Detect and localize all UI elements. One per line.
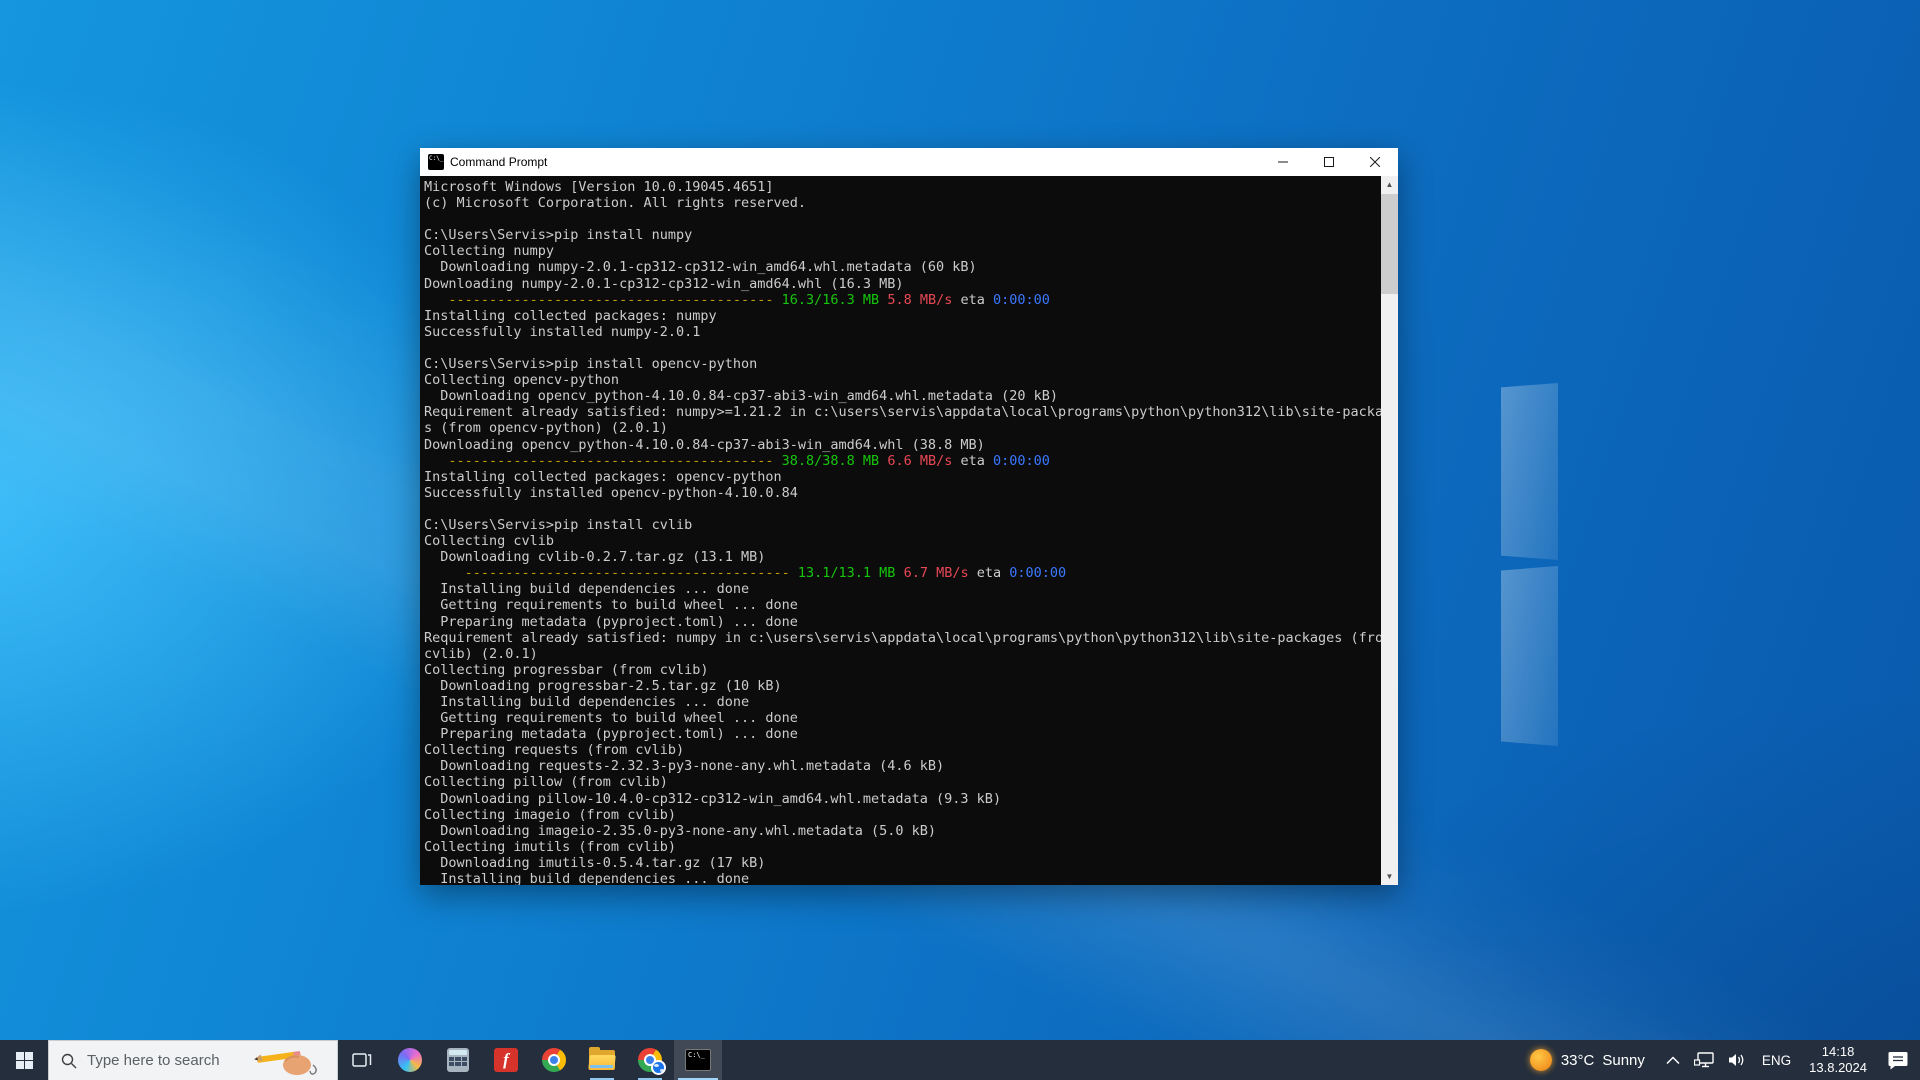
titlebar[interactable]: C:\_ Command Prompt [420, 148, 1398, 176]
f-app-icon: f [494, 1048, 518, 1072]
task-view-button[interactable] [338, 1040, 386, 1080]
clock-date: 13.8.2024 [1809, 1060, 1867, 1075]
chrome-profile-button[interactable] [626, 1040, 674, 1080]
taskbar: Type here to search f C:\_ 33°C Sunny EN… [0, 1040, 1920, 1080]
network-icon [1693, 1052, 1714, 1068]
file-explorer-button[interactable] [578, 1040, 626, 1080]
clock-time: 14:18 [1821, 1044, 1855, 1059]
chevron-up-icon [1666, 1055, 1680, 1064]
window-title: Command Prompt [450, 155, 548, 169]
close-button[interactable] [1352, 148, 1398, 176]
calculator-icon [447, 1048, 469, 1072]
network-button[interactable] [1687, 1040, 1721, 1080]
start-button[interactable] [0, 1040, 48, 1080]
scroll-up-icon[interactable]: ▲ [1381, 176, 1398, 193]
system-tray: 33°C Sunny ENG 14:18 13.8.2024 [1516, 1040, 1920, 1080]
speaker-icon [1728, 1054, 1744, 1066]
copilot-button[interactable] [386, 1040, 434, 1080]
taskbar-app-icons: f C:\_ [338, 1040, 722, 1080]
search-box[interactable]: Type here to search [48, 1040, 338, 1080]
sun-icon [1529, 1049, 1552, 1071]
search-doodle-pencil-hand-icon [254, 1051, 317, 1075]
file-explorer-icon [588, 1047, 616, 1070]
terminal-output: Microsoft Windows [Version 10.0.19045.46… [424, 179, 1381, 885]
action-center-icon [1888, 1051, 1908, 1069]
chrome-icon [542, 1048, 566, 1072]
volume-button[interactable] [1721, 1040, 1753, 1080]
scroll-down-icon[interactable]: ▼ [1381, 868, 1398, 885]
weather-condition: Sunny [1602, 1051, 1645, 1069]
maximize-button[interactable] [1306, 148, 1352, 176]
chrome-profile-icon [638, 1048, 666, 1075]
command-prompt-taskbar-button[interactable]: C:\_ [674, 1040, 722, 1080]
scrollbar[interactable]: ▲ ▼ [1381, 176, 1398, 885]
weather-temperature: 33°C [1560, 1051, 1595, 1069]
scrollbar-thumb[interactable] [1381, 194, 1398, 294]
action-center-button[interactable] [1876, 1040, 1920, 1080]
minimize-button[interactable] [1260, 148, 1306, 176]
windows-logo-icon [15, 1051, 33, 1069]
profile-globe-badge [651, 1060, 666, 1075]
show-hidden-icons-button[interactable] [1659, 1040, 1687, 1080]
search-placeholder: Type here to search [87, 1052, 220, 1069]
weather-widget[interactable]: 33°C Sunny [1516, 1049, 1659, 1071]
desktop: C:\_ Command Prompt Microsoft Windows [V… [0, 0, 1920, 1080]
calculator-button[interactable] [434, 1040, 482, 1080]
task-view-icon [352, 1053, 372, 1067]
terminal[interactable]: Microsoft Windows [Version 10.0.19045.46… [420, 176, 1398, 885]
copilot-icon [398, 1048, 422, 1072]
cmd-icon: C:\_ [428, 154, 444, 170]
clock[interactable]: 14:18 13.8.2024 [1800, 1044, 1876, 1076]
chrome-button[interactable] [530, 1040, 578, 1080]
window-controls [1260, 148, 1398, 176]
search-icon [61, 1053, 77, 1068]
command-prompt-window: C:\_ Command Prompt Microsoft Windows [V… [420, 148, 1398, 885]
language-indicator[interactable]: ENG [1753, 1040, 1800, 1080]
command-prompt-icon: C:\_ [685, 1049, 711, 1071]
f-app-button[interactable]: f [482, 1040, 530, 1080]
